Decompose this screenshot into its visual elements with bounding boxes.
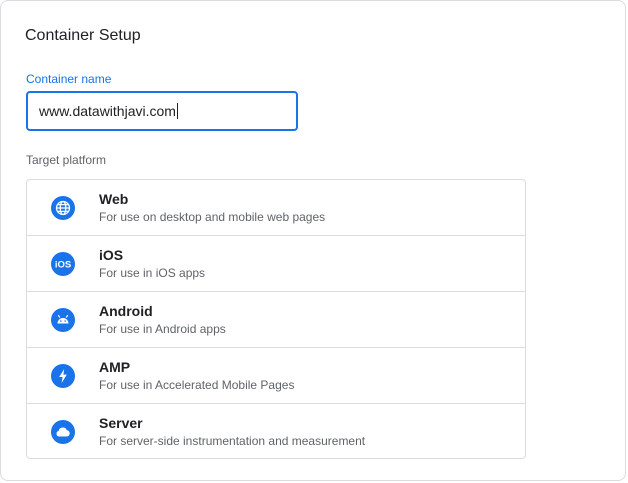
platform-description: For server-side instrumentation and meas… <box>99 434 366 448</box>
container-setup-card: Container Setup Container name www.dataw… <box>0 0 626 481</box>
platform-description: For use in Accelerated Mobile Pages <box>99 378 295 392</box>
svg-text:iOS: iOS <box>55 260 71 271</box>
platform-option-web[interactable]: Web For use on desktop and mobile web pa… <box>27 180 525 236</box>
ios-icon: iOS <box>51 252 75 276</box>
platform-list: Web For use on desktop and mobile web pa… <box>26 179 526 459</box>
container-name-label: Container name <box>26 72 112 86</box>
platform-description: For use on desktop and mobile web pages <box>99 210 326 224</box>
platform-option-server[interactable]: Server For server-side instrumentation a… <box>27 404 525 460</box>
lightning-icon <box>51 364 75 388</box>
target-platform-label: Target platform <box>26 153 107 167</box>
platform-name: Web <box>99 191 129 207</box>
cloud-icon <box>51 420 75 444</box>
platform-name: AMP <box>99 359 131 375</box>
container-name-value: www.datawithjavi.com <box>39 103 176 119</box>
android-icon <box>51 308 75 332</box>
platform-option-ios[interactable]: iOS iOS For use in iOS apps <box>27 236 525 292</box>
page-title: Container Setup <box>25 27 141 44</box>
container-name-input[interactable]: www.datawithjavi.com <box>26 91 298 131</box>
platform-name: Android <box>99 303 153 319</box>
platform-description: For use in iOS apps <box>99 266 206 280</box>
globe-icon <box>51 196 75 220</box>
platform-description: For use in Android apps <box>99 322 226 336</box>
platform-option-amp[interactable]: AMP For use in Accelerated Mobile Pages <box>27 348 525 404</box>
platform-option-android[interactable]: Android For use in Android apps <box>27 292 525 348</box>
platform-name: iOS <box>99 247 124 263</box>
text-cursor <box>176 103 178 119</box>
platform-name: Server <box>99 415 143 431</box>
